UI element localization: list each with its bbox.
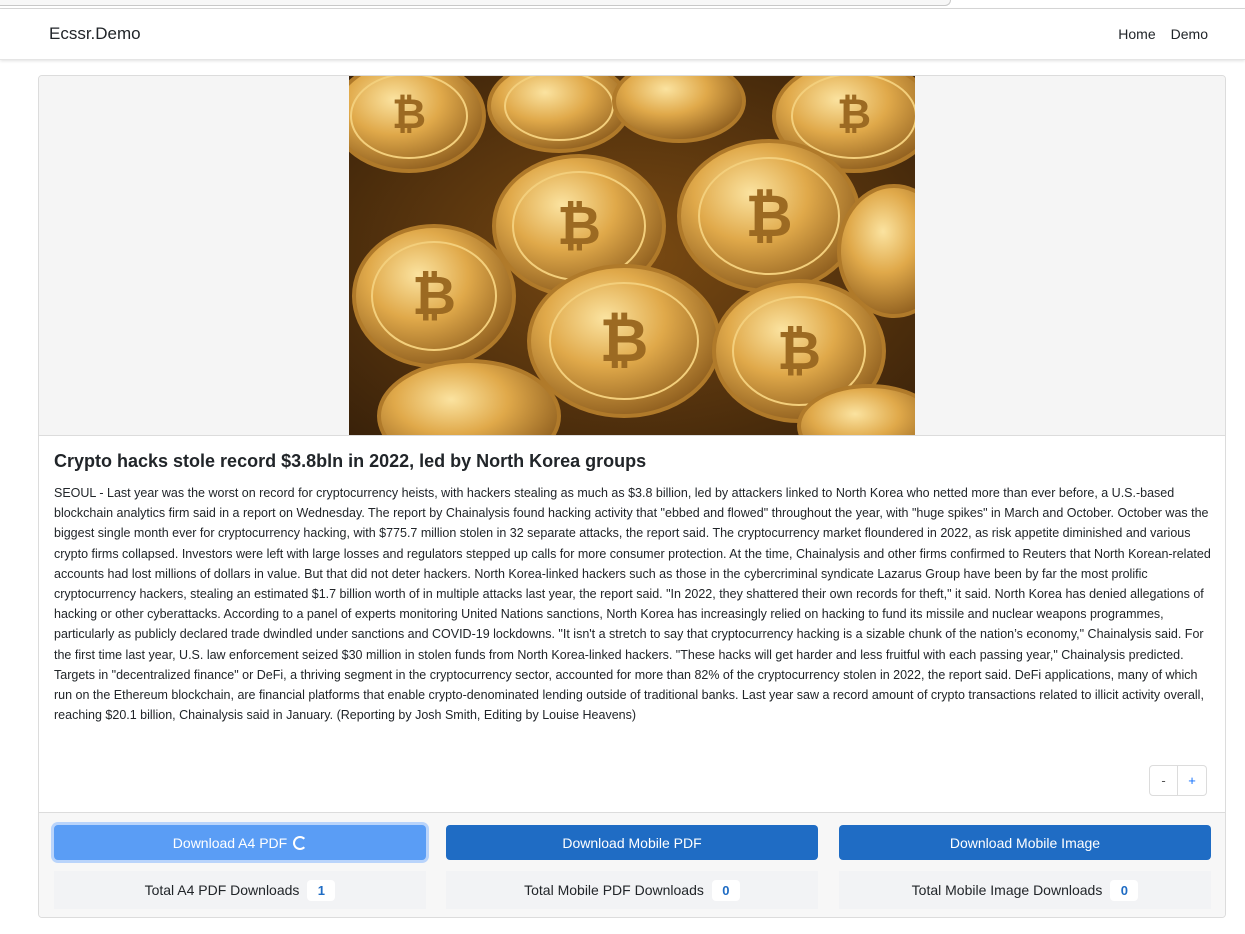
svg-text:₿: ₿ bbox=[412, 264, 456, 327]
svg-text:₿: ₿ bbox=[745, 182, 792, 250]
brand-link[interactable]: Ecssr.Demo bbox=[49, 24, 141, 44]
font-size-controls: - + bbox=[1149, 765, 1207, 796]
mobile-pdf-downloads-counter: Total Mobile PDF Downloads 0 bbox=[446, 871, 818, 909]
download-mobile-image-button[interactable]: Download Mobile Image bbox=[839, 825, 1211, 860]
download-mobile-pdf-button[interactable]: Download Mobile PDF bbox=[446, 825, 818, 860]
article-card: ₿ ₿ ₿ ₿ ₿ ₿ ₿ Crypto hacks stole record … bbox=[38, 75, 1226, 918]
article-image: ₿ ₿ ₿ ₿ ₿ ₿ ₿ bbox=[349, 76, 915, 435]
mobile-pdf-downloads-badge: 0 bbox=[711, 879, 740, 901]
nav-link-home[interactable]: Home bbox=[1118, 26, 1155, 42]
browser-tab bbox=[0, 0, 951, 6]
navbar: Ecssr.Demo Home Demo bbox=[0, 9, 1245, 60]
decrease-font-button[interactable]: - bbox=[1149, 765, 1178, 796]
a4-pdf-downloads-badge: 1 bbox=[307, 879, 336, 901]
svg-text:₿: ₿ bbox=[392, 89, 426, 138]
article-title: Crypto hacks stole record $3.8bln in 202… bbox=[54, 451, 647, 471]
a4-pdf-downloads-counter: Total A4 PDF Downloads 1 bbox=[54, 871, 426, 909]
download-a4-pdf-button[interactable]: Download A4 PDF bbox=[54, 825, 426, 860]
svg-text:₿: ₿ bbox=[837, 89, 871, 138]
mobile-image-downloads-badge: 0 bbox=[1110, 879, 1139, 901]
svg-text:₿: ₿ bbox=[600, 306, 649, 376]
increase-font-button[interactable]: + bbox=[1178, 765, 1207, 796]
browser-tab-strip bbox=[0, 0, 1245, 9]
nav-links: Home Demo bbox=[1118, 26, 1208, 42]
svg-text:₿: ₿ bbox=[777, 319, 821, 382]
nav-link-demo[interactable]: Demo bbox=[1171, 26, 1208, 42]
download-a4-pdf-label: Download A4 PDF bbox=[172, 834, 288, 851]
download-mobile-image-label: Download Mobile Image bbox=[949, 834, 1101, 851]
mobile-image-downloads-label: Total Mobile Image Downloads bbox=[911, 882, 1103, 898]
a4-pdf-downloads-label: Total A4 PDF Downloads bbox=[144, 882, 300, 898]
spinner-icon bbox=[293, 835, 308, 850]
svg-text:₿: ₿ bbox=[557, 194, 601, 257]
mobile-pdf-downloads-label: Total Mobile PDF Downloads bbox=[524, 882, 704, 898]
article-image-container: ₿ ₿ ₿ ₿ ₿ ₿ ₿ bbox=[39, 76, 1225, 436]
mobile-image-downloads-counter: Total Mobile Image Downloads 0 bbox=[839, 871, 1211, 909]
download-mobile-pdf-label: Download Mobile PDF bbox=[562, 834, 702, 851]
article-body: SEOUL - Last year was the worst on recor… bbox=[54, 486, 1211, 723]
download-footer: Download A4 PDF Download Mobile PDF Down… bbox=[39, 812, 1225, 917]
